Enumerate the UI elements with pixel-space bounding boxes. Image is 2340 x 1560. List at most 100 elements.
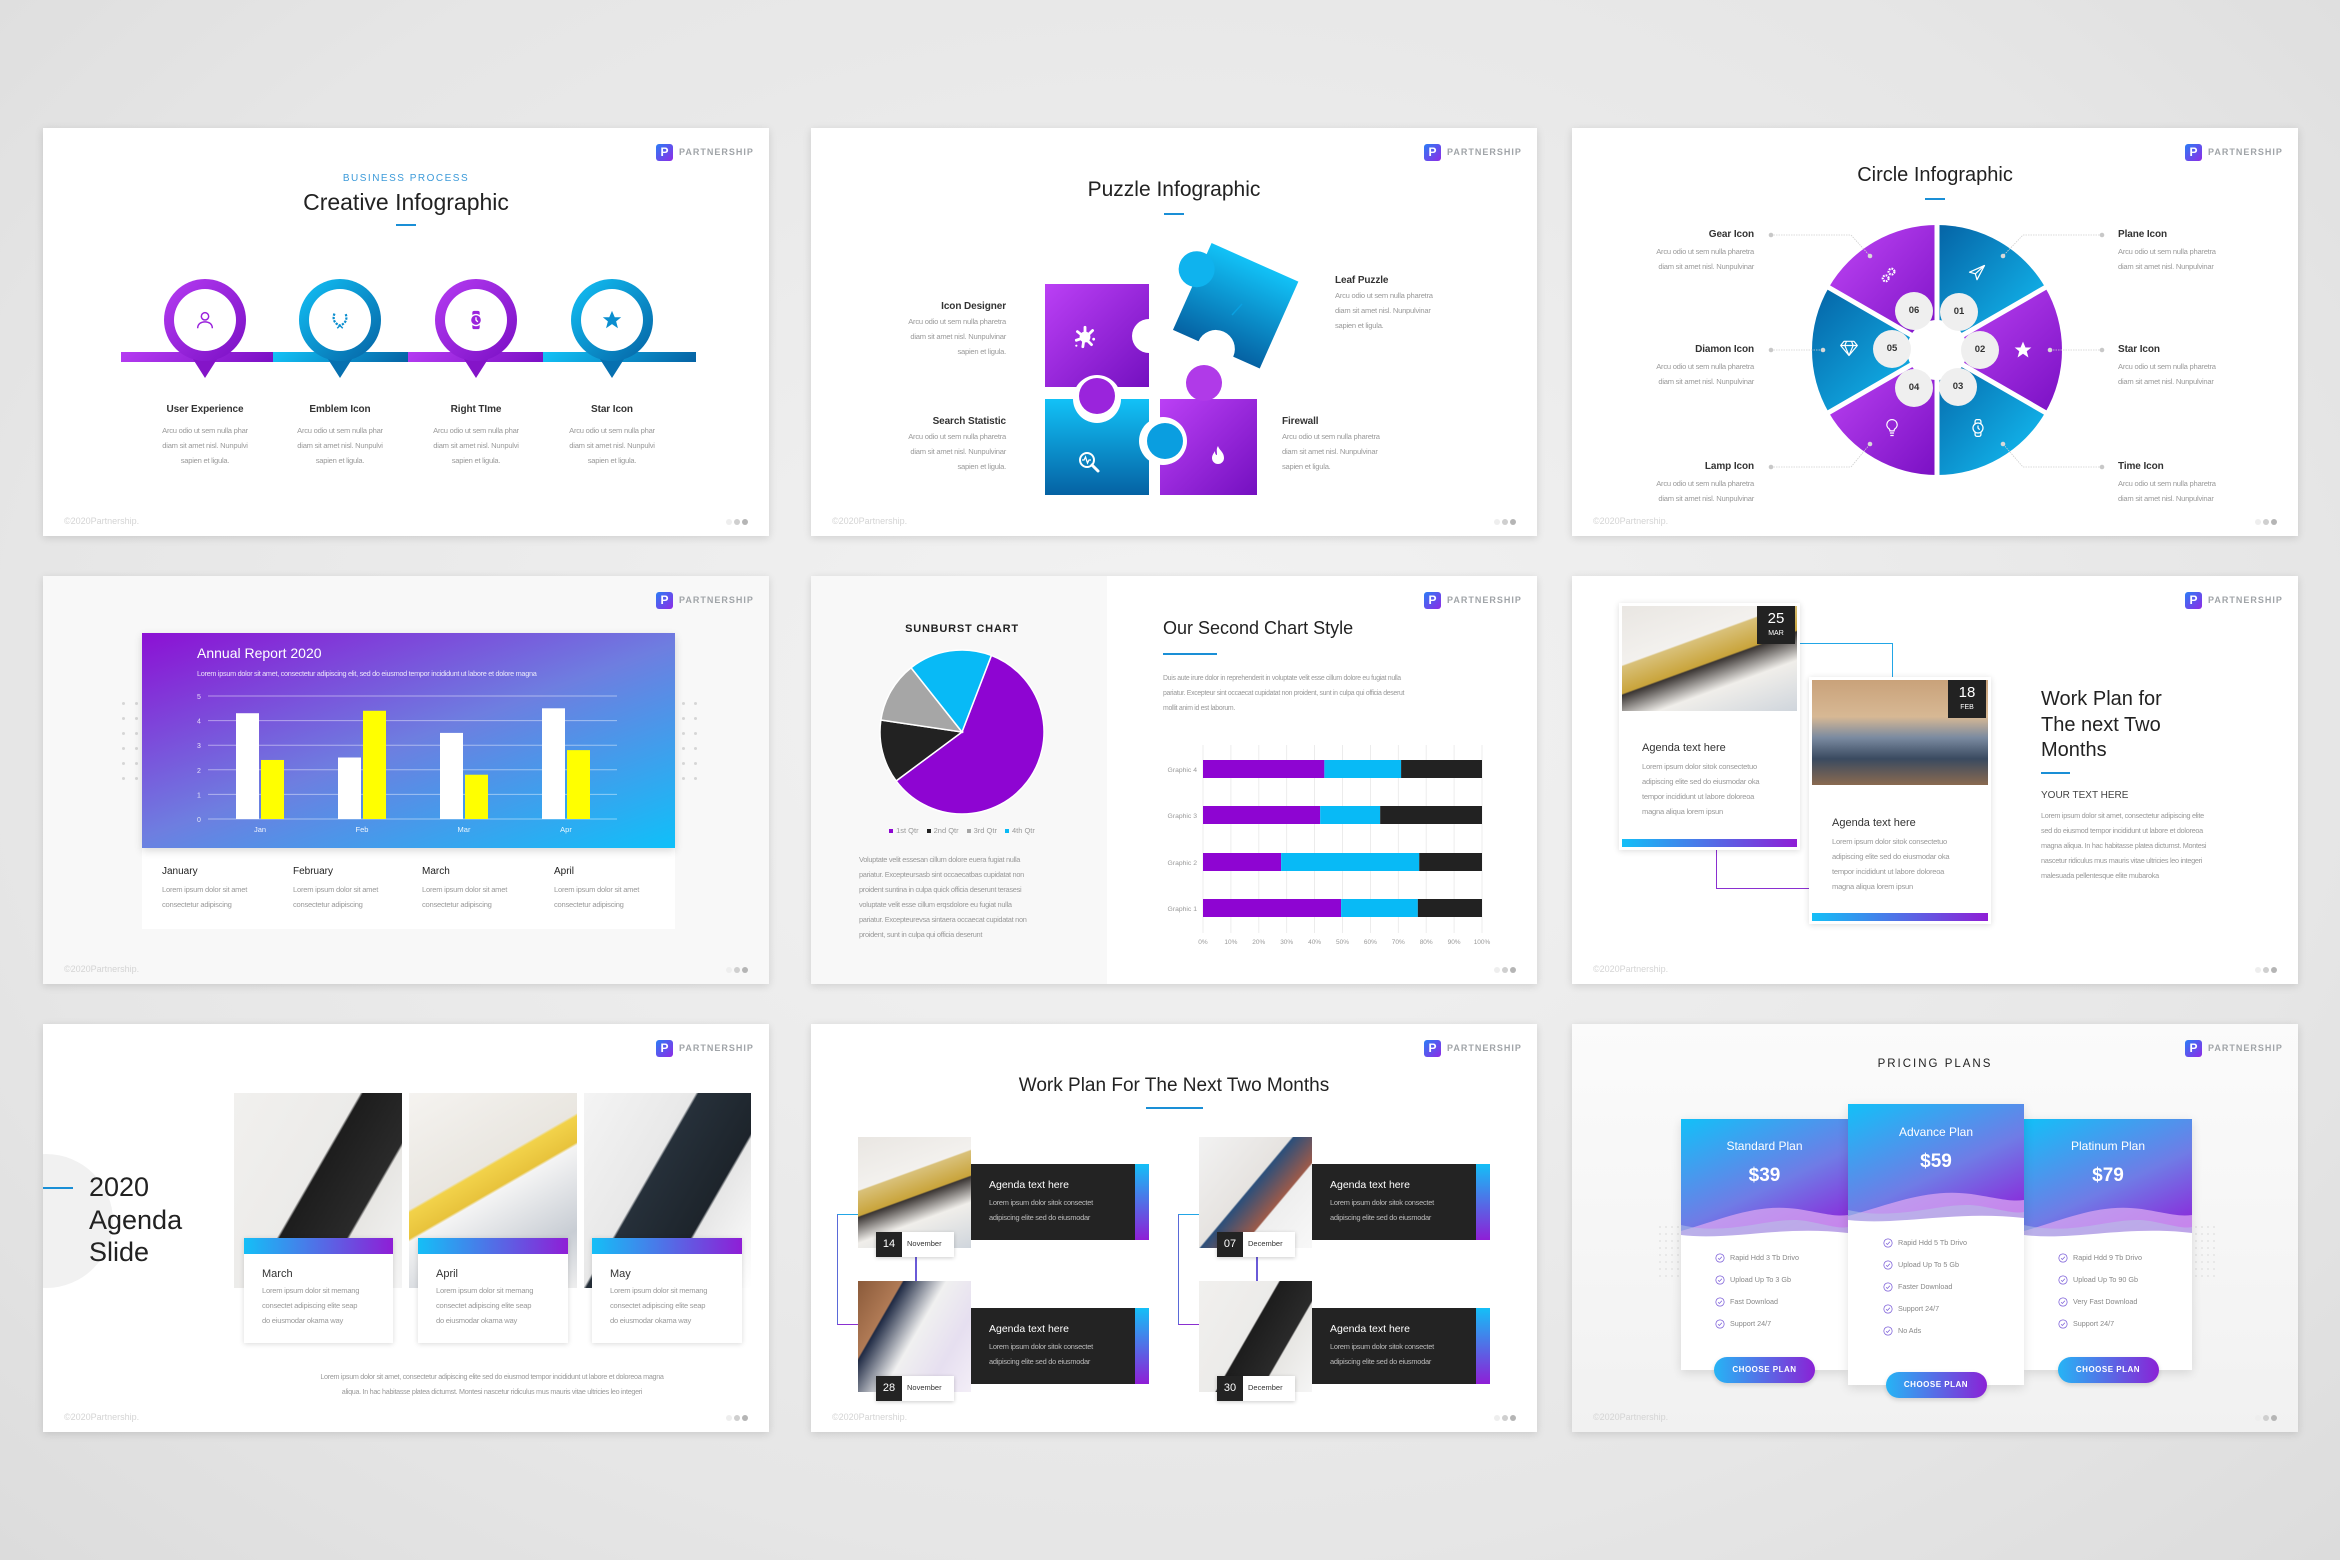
header-wave (1681, 1207, 1848, 1241)
bar-apr-series-1 (542, 708, 565, 819)
item-label: Icon Designer (941, 301, 1006, 312)
pager-dot[interactable] (734, 967, 740, 973)
pager-dot[interactable] (742, 1415, 748, 1421)
plan-feature: No Ads (1898, 1326, 1922, 1335)
month-card[interactable]: March Lorem ipsum dolor sit memang consect… (244, 1238, 393, 1343)
decor-dot (2213, 1240, 2215, 1242)
pager-dot[interactable] (2255, 967, 2261, 973)
agenda-desc: Lorem ipsum dolor sitok consectet (989, 1198, 1093, 1207)
agenda-card[interactable]: 25 MAR Agenda text here Lorem ipsum dolor s… (1619, 603, 1800, 850)
date-badge: 14 November (876, 1232, 954, 1257)
item-desc: sapien et ligula. (451, 456, 501, 465)
agenda-desc: Lorem ipsum dolor sitok consectet (1330, 1198, 1434, 1207)
connector-line (1771, 443, 1871, 468)
date-day: 25 (1767, 610, 1785, 627)
connector-line (1771, 234, 1871, 257)
pager-dot[interactable] (1502, 1415, 1508, 1421)
pager-dot[interactable] (734, 519, 740, 525)
slide-charts[interactable]: PPARTNERSHIP©2020Partnership.SUNBURST CH… (811, 576, 1537, 984)
slide-agenda[interactable]: P PARTNERSHIP ©2020Partnership. 2020 Agenda S… (43, 1024, 769, 1432)
decor-dot (2207, 1275, 2209, 1277)
bar-graphic-3-segment-2 (1320, 806, 1381, 824)
decor-dot (2195, 1233, 2197, 1235)
decor-dot (2195, 1254, 2197, 1256)
card-header: Standard Plan $39 (1681, 1119, 1848, 1241)
decor-dot (1665, 1275, 1667, 1277)
x-tick-label: 90% (1448, 939, 1461, 946)
diamond-icon (1840, 340, 1858, 357)
logo-text: PARTNERSHIP (679, 1043, 754, 1053)
slide-timeline[interactable]: P PARTNERSHIP ©2020Partnership. Work Plan F… (811, 1024, 1537, 1432)
card-desc: do eiusmodar okama way (610, 1316, 692, 1325)
decor-dot (2213, 1275, 2215, 1277)
footer-copyright: ©2020Partnership. (64, 516, 140, 526)
choose-plan-button[interactable]: CHOOSE PLAN (2057, 1357, 2159, 1383)
connector-line (2002, 443, 2102, 468)
pager-dot[interactable] (2271, 1415, 2277, 1421)
choose-plan-button[interactable]: CHOOSE PLAN (1714, 1357, 1815, 1383)
pager-dot[interactable] (742, 519, 748, 525)
month-label: January (162, 866, 198, 877)
date-month: November (907, 1239, 942, 1248)
bar-graphic-1-segment-1 (1203, 899, 1342, 917)
month-card[interactable]: April Lorem ipsum dolor sit memang consect… (418, 1238, 568, 1343)
item-desc: diam sit amet nisl. Nunpulvinar (1658, 494, 1754, 503)
slide-work-plan[interactable]: P PARTNERSHIP ©2020Partnership. 25 MAR Agenda… (1572, 576, 2298, 984)
pager-dot[interactable] (1510, 1415, 1516, 1421)
circle-graphic (1768, 222, 2105, 478)
decor-dot (2201, 1233, 2203, 1235)
plan-feature: Rapid Hdd 5 Tb Drivo (1898, 1238, 1967, 1247)
title-underline (1145, 1107, 1203, 1109)
lamp-icon (1886, 419, 1898, 437)
pager-dot[interactable] (734, 1415, 740, 1421)
pager-dot[interactable] (2271, 967, 2277, 973)
timeline-item[interactable]: Agenda text here Lorem ipsum dolor sitok … (858, 1137, 1153, 1262)
x-tick-label: 80% (1420, 939, 1433, 946)
plan-feature: Fast Download (1730, 1297, 1778, 1306)
month-desc: Lorem ipsum dolor sit amet (293, 885, 379, 894)
decor-dot (2201, 1247, 2203, 1249)
item-desc: Arcu odio ut sem nulla pharetra (2118, 479, 2216, 488)
agenda-card[interactable]: 18 FEB Agenda text here Lorem ipsum dolor s… (1809, 677, 1991, 924)
slide-circle-infographic[interactable]: P PARTNERSHIP ©2020Partnership. Circle Info… (1572, 128, 2298, 536)
slide-annual-report[interactable]: P PARTNERSHIP ©2020Partnership. Annual Repo… (43, 576, 769, 984)
pager-dot[interactable] (2263, 967, 2269, 973)
pager-dot[interactable] (726, 967, 732, 973)
pager-dot[interactable] (2255, 1415, 2261, 1421)
choose-plan-button[interactable]: CHOOSE PLAN (1885, 1372, 1987, 1398)
y-tick-label: 1 (197, 792, 201, 799)
pager-dot[interactable] (742, 967, 748, 973)
connector-line (1800, 643, 1893, 677)
agenda-box: Agenda text here Lorem ipsum dolor sitok … (971, 1308, 1135, 1384)
pager-dot[interactable] (726, 1415, 732, 1421)
check-icon (1715, 1275, 1725, 1285)
timeline-item[interactable]: Agenda text here Lorem ipsum dolor sitok … (1199, 1137, 1494, 1262)
gear-icon (1881, 267, 1896, 283)
pager-dot[interactable] (726, 519, 732, 525)
x-tick-label: 50% (1336, 939, 1349, 946)
item-label: Leaf Puzzle (1335, 275, 1389, 286)
timeline-item[interactable]: Agenda text here Lorem ipsum dolor sitok … (858, 1281, 1153, 1406)
header-wave (2024, 1207, 2192, 1241)
pager-dot[interactable] (1494, 1415, 1500, 1421)
decor-dot (122, 717, 125, 720)
pager-dot[interactable] (2263, 1415, 2269, 1421)
decor-dot (1665, 1254, 1667, 1256)
y-category-label: Graphic 2 (1168, 860, 1198, 867)
month-card[interactable]: May Lorem ipsum dolor sit memang consectet… (592, 1238, 742, 1343)
month-label: April (554, 866, 575, 877)
item-desc: sapien et ligula. (180, 456, 230, 465)
bar-graphic-4-segment-1 (1203, 760, 1325, 778)
bar-feb-series-1 (338, 757, 361, 819)
month-desc: consectetur adipiscing (162, 900, 232, 909)
footer-copyright: ©2020Partnership. (1593, 964, 1669, 974)
logo-text: PARTNERSHIP (2208, 595, 2283, 605)
slide-creative-infographic[interactable]: P PARTNERSHIP ©2020Partnership. BUSINESS PR… (43, 128, 769, 536)
plan-feature: Support 24/7 (1898, 1304, 1940, 1313)
agenda-desc: adipiscing elite sed do eiusmodar (1330, 1213, 1432, 1222)
slide-pricing[interactable]: P PARTNERSHIP ©2020Partnership. PRICING PLA… (1572, 1024, 2298, 1432)
item-desc: Arcu odio ut sem nulla pharetra (1656, 479, 1754, 488)
timeline-item[interactable]: Agenda text here Lorem ipsum dolor sitok … (1199, 1281, 1494, 1406)
slide-puzzle-infographic[interactable]: P PARTNERSHIP ©2020Partnership. Puzzle Info… (811, 128, 1537, 536)
item-label: Search Statistic (932, 416, 1007, 427)
